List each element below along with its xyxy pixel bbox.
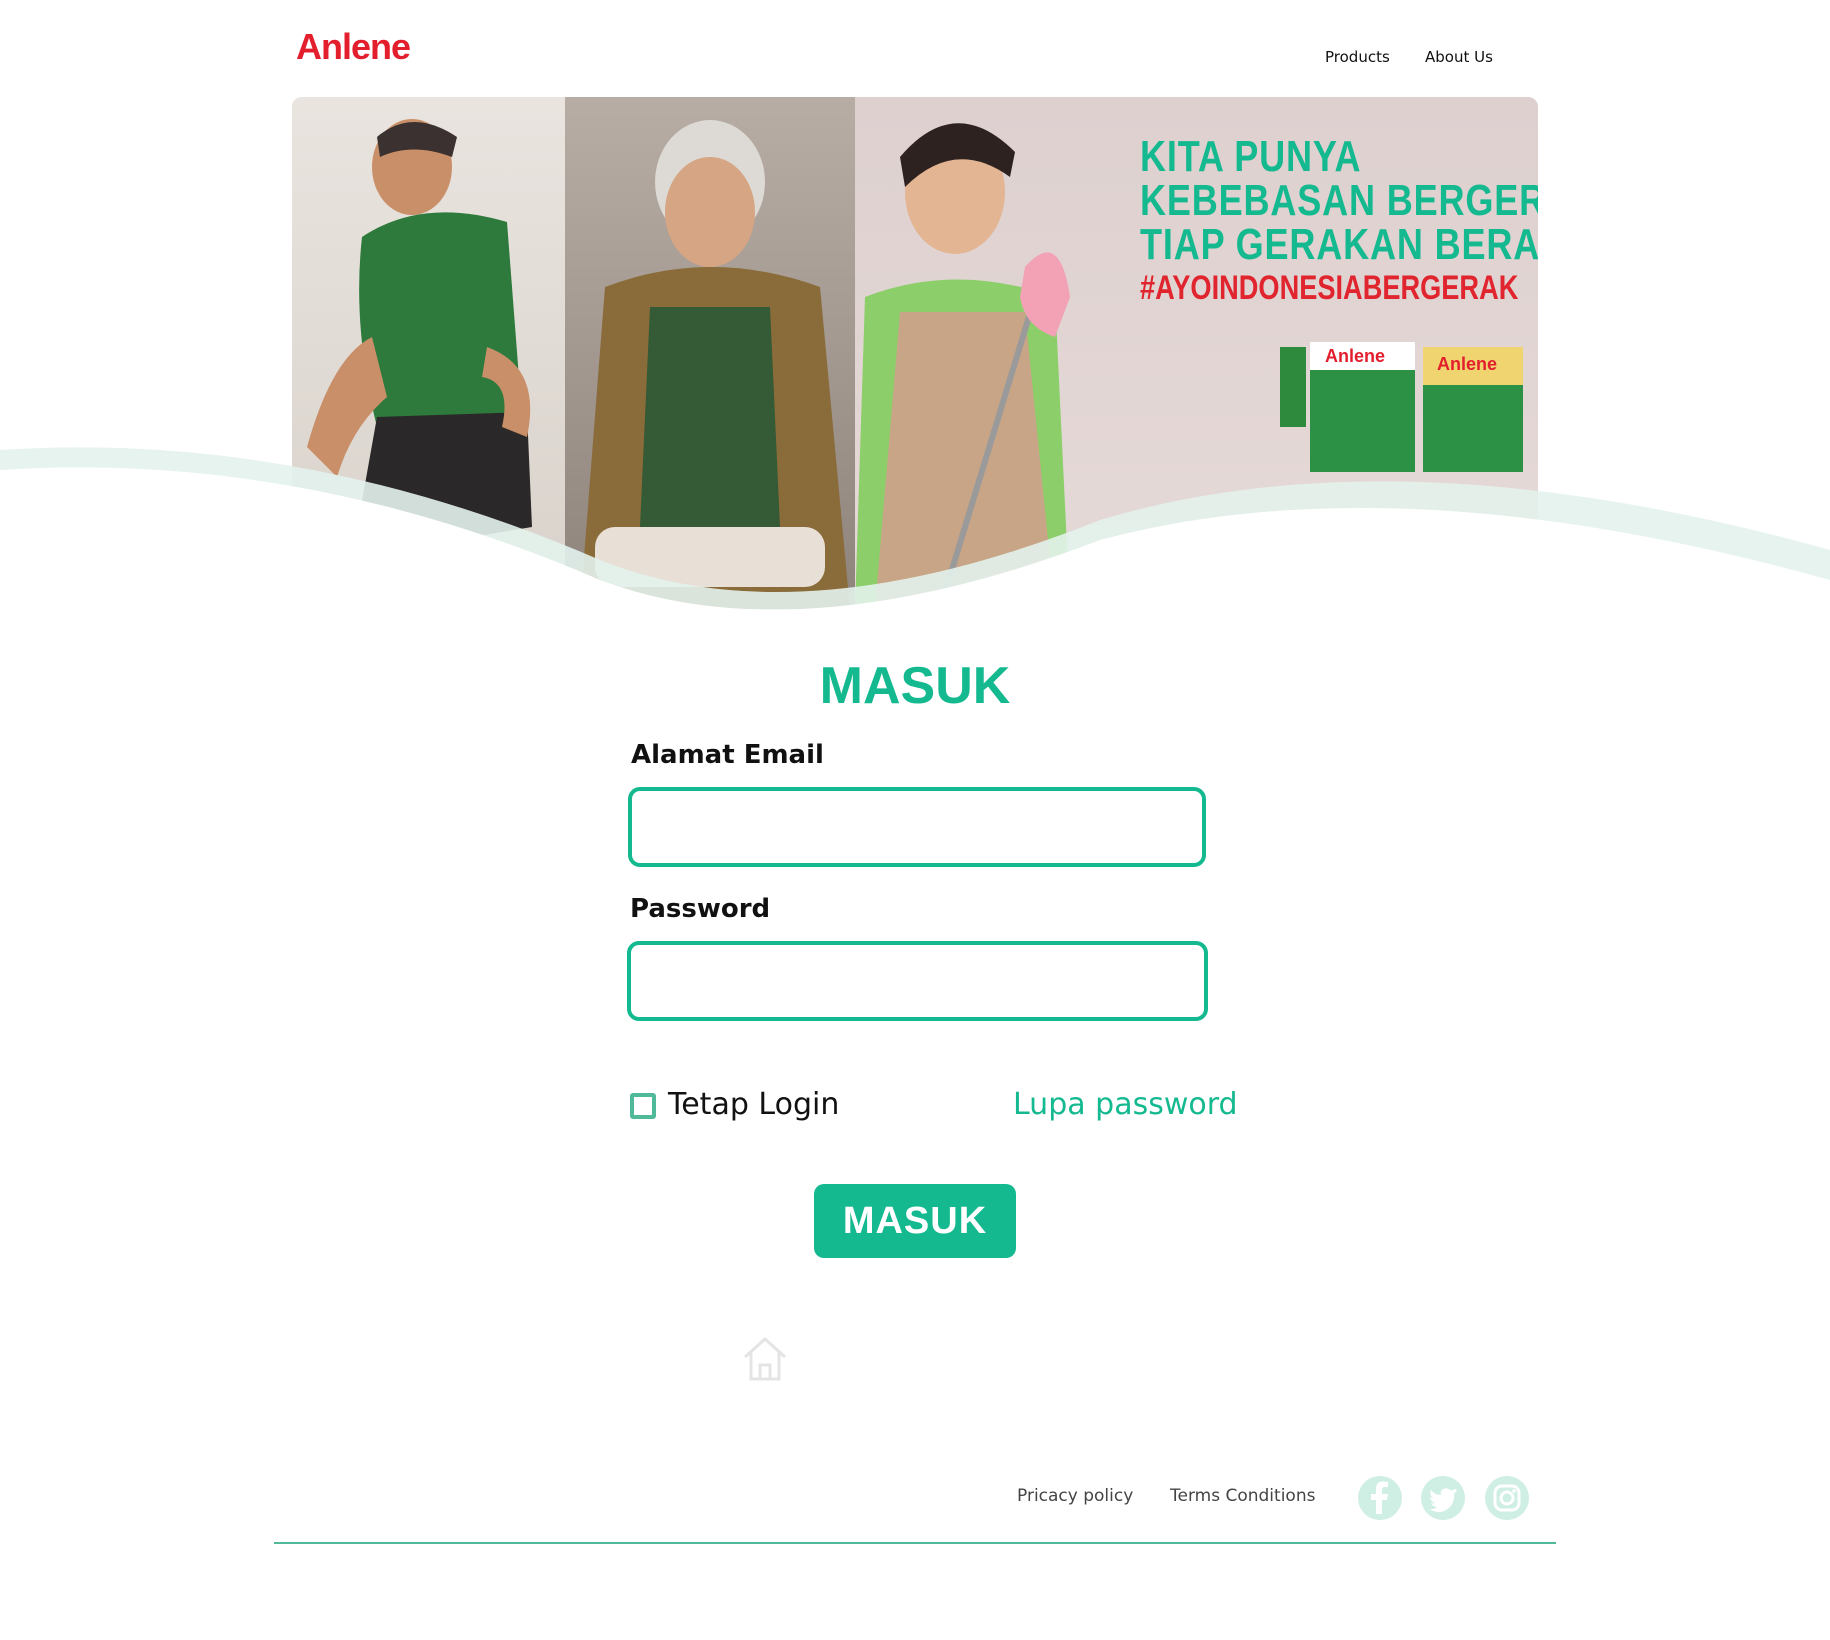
email-label: Alamat Email: [631, 740, 824, 770]
privacy-policy-link[interactable]: Pricacy policy: [1017, 1486, 1133, 1506]
terms-link[interactable]: Terms Conditions: [1170, 1486, 1315, 1506]
anlene-logo[interactable]: Anlene: [296, 26, 411, 68]
submit-button[interactable]: MASUK: [814, 1184, 1016, 1258]
banner-headline-2: KEBEBASAN BERGERAK: [1140, 176, 1538, 225]
decorative-wave: [0, 447, 1830, 640]
footer-divider: [274, 1542, 1556, 1544]
remember-label[interactable]: Tetap Login: [668, 1087, 839, 1122]
nav-products[interactable]: Products: [1325, 48, 1390, 66]
password-field[interactable]: [627, 941, 1208, 1021]
instagram-icon[interactable]: [1485, 1476, 1529, 1520]
twitter-icon[interactable]: [1421, 1476, 1465, 1520]
forgot-password-link[interactable]: Lupa password: [1013, 1087, 1238, 1122]
home-icon[interactable]: [740, 1333, 790, 1383]
password-label: Password: [630, 894, 771, 924]
facebook-icon[interactable]: [1358, 1476, 1402, 1520]
banner-hashtag: #AYOINDONESIABERGERAK: [1140, 269, 1519, 307]
remember-checkbox[interactable]: [630, 1093, 656, 1119]
banner-headline-1: KITA PUNYA: [1140, 132, 1362, 181]
product-box-logo-1: Anlene: [1325, 346, 1385, 366]
product-box-logo-2: Anlene: [1437, 354, 1497, 374]
email-field[interactable]: [628, 787, 1206, 867]
nav-about-us[interactable]: About Us: [1425, 48, 1493, 66]
login-title: MASUK: [819, 657, 1011, 715]
banner-headline-3: TIAP GERAKAN BERARTI: [1140, 220, 1538, 269]
